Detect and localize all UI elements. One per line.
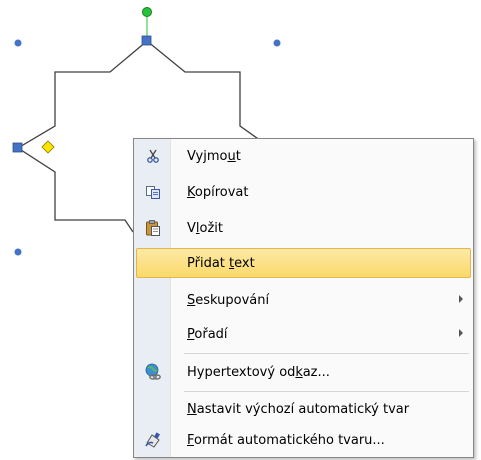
- rotate-handle[interactable]: [142, 7, 152, 17]
- adjust-handle[interactable]: [41, 140, 55, 154]
- menu-item-set-default-shape[interactable]: Nastavit výchozí automatický tvar: [136, 394, 471, 424]
- menu-separator: [184, 391, 469, 392]
- scissors-icon: [138, 144, 168, 168]
- menu-item-label: Nastavit výchozí automatický tvar: [187, 401, 410, 417]
- resize-handle-top-right[interactable]: [273, 39, 281, 47]
- vertex-handle-left[interactable]: [12, 142, 23, 153]
- submenu-arrow-icon: [459, 295, 463, 303]
- menu-item-label: Vyjmout: [187, 148, 241, 164]
- menu-item-paste[interactable]: Vložit: [136, 213, 471, 243]
- submenu-arrow-icon: [459, 329, 463, 337]
- menu-item-hyperlink[interactable]: Hypertextový odkaz...: [136, 357, 471, 387]
- menu-item-label: Pořadí: [187, 326, 228, 342]
- menu-item-label: Formát automatického tvaru...: [187, 432, 385, 448]
- menu-item-add-text[interactable]: Přidat text: [136, 248, 471, 278]
- format-shape-icon: [138, 428, 168, 452]
- menu-item-copy[interactable]: Kopírovat: [136, 177, 471, 207]
- copy-icon: [138, 180, 168, 204]
- menu-item-label: Přidat text: [187, 255, 255, 271]
- menu-separator: [184, 353, 469, 354]
- menu-item-label: Kopírovat: [187, 184, 249, 200]
- context-menu: Vyjmout Kopírovat Vložit Přidat text Ses…: [133, 138, 474, 458]
- vertex-handle-top[interactable]: [141, 35, 152, 46]
- menu-item-label: Hypertextový odkaz...: [187, 364, 330, 380]
- paste-icon: [138, 216, 168, 240]
- menu-item-order[interactable]: Pořadí: [136, 319, 471, 349]
- resize-handle-top-left[interactable]: [14, 39, 22, 47]
- menu-item-group[interactable]: Seskupování: [136, 285, 471, 315]
- menu-item-cut[interactable]: Vyjmout: [136, 141, 471, 171]
- resize-handle-bottom-left[interactable]: [14, 248, 22, 256]
- menu-item-label: Seskupování: [187, 292, 270, 308]
- menu-item-label: Vložit: [187, 220, 224, 236]
- hyperlink-icon: [138, 360, 168, 384]
- menu-item-format-shape[interactable]: Formát automatického tvaru...: [136, 425, 471, 455]
